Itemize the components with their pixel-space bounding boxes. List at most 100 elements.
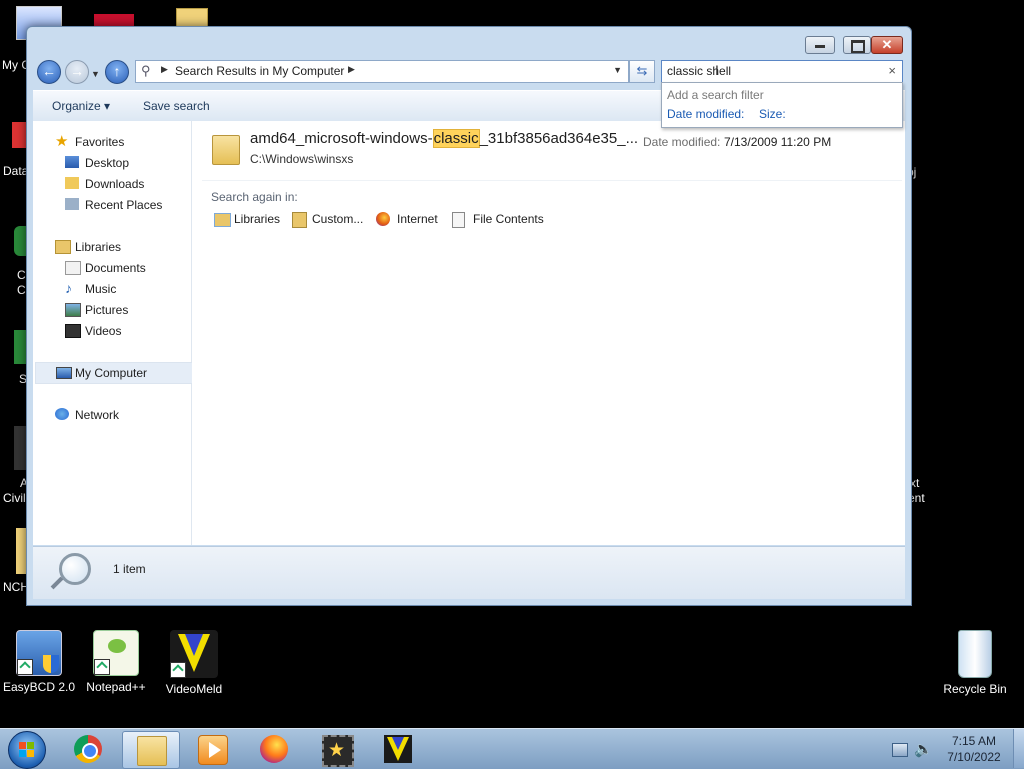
network-icon xyxy=(55,408,69,420)
nav-recent-places[interactable]: Recent Places xyxy=(65,198,162,212)
nav-desktop[interactable]: Desktop xyxy=(65,156,129,170)
taskbar-media-player[interactable] xyxy=(184,731,240,767)
taskbar-chrome[interactable] xyxy=(60,731,116,767)
nav-pictures[interactable]: Pictures xyxy=(65,303,128,317)
nav-documents[interactable]: Documents xyxy=(65,261,146,275)
item-count: 1 item xyxy=(113,562,146,576)
desktop-icon xyxy=(65,156,79,168)
desktop-icon-peek[interactable] xyxy=(12,122,26,148)
refresh-button[interactable]: ⇆ xyxy=(629,60,655,83)
explorer-icon xyxy=(137,736,167,766)
taskbar-movie-maker[interactable]: ★ xyxy=(308,731,364,767)
filter-date-modified[interactable]: Date modified: xyxy=(667,107,744,121)
desktop-icon-label: EasyBCD 2.0 xyxy=(2,680,76,694)
taskbar-explorer[interactable] xyxy=(122,731,180,769)
desktop-icon-easybcd[interactable]: EasyBCD 2.0 xyxy=(1,630,77,694)
explorer-window: ✕ ← → ▼ ↑ ⚲ ▶ Search Results in My Compu… xyxy=(26,26,912,606)
nav-libraries[interactable]: Libraries xyxy=(55,240,121,254)
search-icon: ⚲ xyxy=(141,63,151,78)
easybcd-icon xyxy=(16,630,62,676)
magnifier-handle xyxy=(50,576,64,590)
desktop-icon-label: VideoMeld xyxy=(165,682,223,696)
breadcrumb-item[interactable]: Search Results in My Computer xyxy=(175,64,344,78)
chevron-right-icon[interactable]: ▶ xyxy=(348,64,355,75)
desktop-icon-peek[interactable] xyxy=(14,330,26,364)
taskbar-videomeld[interactable] xyxy=(370,731,426,767)
organize-button[interactable]: Organize ▾ xyxy=(52,99,110,113)
result-divider xyxy=(202,180,902,181)
recent-places-icon xyxy=(65,198,79,210)
nav-my-computer[interactable]: My Computer xyxy=(35,362,193,384)
network-tray-icon[interactable] xyxy=(892,743,908,757)
desktop-icon-peek[interactable] xyxy=(16,528,26,574)
result-path: C:\Windows\winsxs xyxy=(250,152,354,166)
desktop-icon-recycle-bin[interactable]: Recycle Bin xyxy=(937,630,1013,696)
videomeld-icon xyxy=(170,630,218,678)
downloads-icon xyxy=(65,177,79,189)
desktop-icon-peek[interactable] xyxy=(14,426,26,470)
result-date-label: Date modified: xyxy=(643,135,721,149)
results-pane: amd64_microsoft-windows-classic_31bf3856… xyxy=(192,121,905,545)
start-orb-icon[interactable] xyxy=(8,731,46,769)
navigation-pane: ★ Favorites Desktop Downloads Recent Pla… xyxy=(33,121,193,545)
forward-button[interactable]: → xyxy=(65,60,89,84)
desktop-label-peek: Data xyxy=(3,164,29,178)
up-button[interactable]: ↑ xyxy=(105,60,129,84)
address-dropdown-icon[interactable]: ▼ xyxy=(613,65,622,75)
taskbar-firefox[interactable] xyxy=(246,731,302,767)
libraries-icon xyxy=(214,213,231,227)
folder-icon xyxy=(212,135,240,165)
desktop-icon-videomeld[interactable]: VideoMeld xyxy=(156,630,232,696)
result-name-prefix: amd64_microsoft-windows- xyxy=(250,130,433,147)
videos-icon xyxy=(65,324,81,338)
taskbar: ★ 🔈 7:15 AM 7/10/2022 xyxy=(0,728,1024,769)
folder-icon xyxy=(292,212,307,228)
details-pane: 1 item xyxy=(33,546,905,599)
search-filter-dropdown: Add a search filter Date modified: Size: xyxy=(661,82,903,128)
star-icon: ★ xyxy=(55,133,69,150)
nav-videos[interactable]: Videos xyxy=(65,324,121,338)
firefox-icon xyxy=(376,212,390,226)
result-name-suffix: _31bf3856ad364e35_... xyxy=(479,130,639,147)
clear-search-icon[interactable]: × xyxy=(888,63,896,78)
libraries-icon xyxy=(55,240,71,254)
magnifier-icon xyxy=(59,553,91,585)
result-item[interactable]: amd64_microsoft-windows-classic_31bf3856… xyxy=(206,127,896,173)
close-button[interactable]: ✕ xyxy=(871,36,903,54)
media-player-icon xyxy=(198,735,228,765)
chevron-right-icon[interactable]: ▶ xyxy=(161,64,168,75)
save-search-button[interactable]: Save search xyxy=(143,99,210,113)
recent-pages-dropdown[interactable]: ▼ xyxy=(91,69,100,79)
firefox-icon xyxy=(260,735,288,763)
text-cursor-icon: I xyxy=(715,62,719,78)
documents-icon xyxy=(65,261,81,275)
nav-music[interactable]: ♪ Music xyxy=(65,280,116,296)
notepadpp-icon xyxy=(93,630,139,676)
chrome-icon xyxy=(74,735,102,763)
nav-network[interactable]: Network xyxy=(55,408,119,422)
movie-maker-icon: ★ xyxy=(322,735,354,767)
search-input[interactable]: classic shell I × xyxy=(661,60,903,83)
back-button[interactable]: ← xyxy=(37,60,61,84)
desktop-icon-notepadpp[interactable]: Notepad++ xyxy=(78,630,154,694)
volume-icon[interactable]: 🔈 xyxy=(914,740,933,758)
desktop-icon-peek[interactable] xyxy=(14,226,26,256)
videomeld-icon xyxy=(384,735,412,763)
desktop-icon-label: Notepad++ xyxy=(86,680,146,694)
maximize-button[interactable] xyxy=(843,36,871,54)
clock[interactable]: 7:15 AM 7/10/2022 xyxy=(938,733,1010,765)
file-contents-icon xyxy=(452,212,465,228)
show-desktop-button[interactable] xyxy=(1013,729,1024,768)
minimize-button[interactable] xyxy=(805,36,835,54)
desktop-label-peek: C xyxy=(17,268,26,282)
result-name-match: classic xyxy=(432,129,480,148)
pictures-icon xyxy=(65,303,81,317)
nav-downloads[interactable]: Downloads xyxy=(65,177,144,191)
address-bar[interactable]: ⚲ ▶ Search Results in My Computer ▶ ▼ xyxy=(135,60,629,83)
clock-time: 7:15 AM xyxy=(951,734,997,748)
desktop-label-peek: Civil xyxy=(3,491,26,505)
filter-size[interactable]: Size: xyxy=(759,107,786,121)
search-filter-header: Add a search filter xyxy=(667,88,764,102)
nav-favorites[interactable]: ★ Favorites xyxy=(55,133,124,150)
recycle-bin-icon xyxy=(958,630,992,678)
